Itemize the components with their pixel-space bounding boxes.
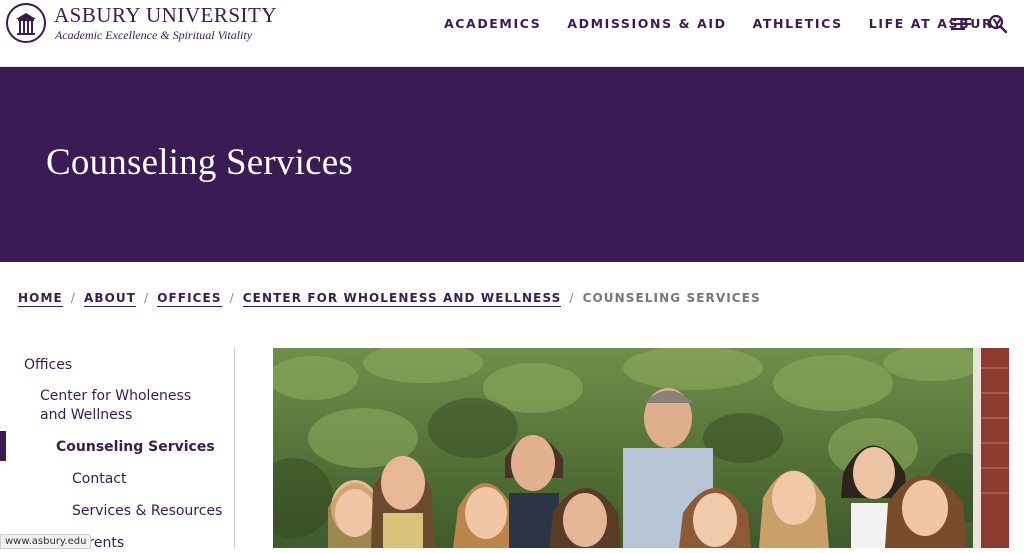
site-header: ASBURY UNIVERSITY Academic Excellence & … [0,0,1024,67]
search-icon[interactable] [988,14,1008,39]
university-logo[interactable]: ASBURY UNIVERSITY Academic Excellence & … [6,3,277,43]
breadcrumb-separator: / [144,291,150,305]
logo-tagline: Academic Excellence & Spiritual Vitality [55,27,253,42]
sidebar-item-contact[interactable]: Contact [72,470,126,489]
status-bar-url: www.asbury.edu [0,534,92,549]
counseling-staff-photo [273,348,1009,548]
breadcrumb-offices[interactable]: OFFICES [157,291,222,307]
active-item-indicator [0,431,6,461]
hamburger-menu-icon[interactable] [951,16,971,37]
breadcrumb-separator: / [70,291,76,305]
primary-nav: ACADEMICS ADMISSIONS & AID ATHLETICS LIF… [444,16,1024,31]
sidebar-item-services-resources[interactable]: Services & Resources [72,502,222,521]
breadcrumb-center-wholeness-wellness[interactable]: CENTER FOR WHOLENESS AND WELLNESS [242,291,562,307]
sidebar-item-offices[interactable]: Offices [24,356,72,375]
nav-athletics[interactable]: ATHLETICS [753,16,843,31]
nav-admissions-aid[interactable]: ADMISSIONS & AID [567,16,726,31]
logo-name: ASBURY UNIVERSITY [54,2,277,27]
breadcrumb-current: COUNSELING SERVICES [582,291,761,305]
page-title: Counseling Services [46,142,353,183]
nav-academics[interactable]: ACADEMICS [444,16,541,31]
sidebar-item-counseling-services[interactable]: Counseling Services [56,438,215,457]
sidebar-nav: Offices Center for Wholeness and Wellnes… [0,348,235,551]
breadcrumb-separator: / [229,291,235,305]
sidebar-item-center-wholeness-wellness[interactable]: Center for Wholeness and Wellness [40,387,215,425]
breadcrumb-about[interactable]: ABOUT [83,291,137,307]
hero-banner: Counseling Services [0,67,1024,262]
university-seal-icon [6,3,46,43]
breadcrumb: HOME / ABOUT / OFFICES / CENTER FOR WHOL… [18,291,761,307]
nav-life-at-asbury[interactable]: LIFE AT ASBURY [869,16,1003,31]
breadcrumb-separator: / [569,291,575,305]
breadcrumb-home[interactable]: HOME [18,291,63,307]
